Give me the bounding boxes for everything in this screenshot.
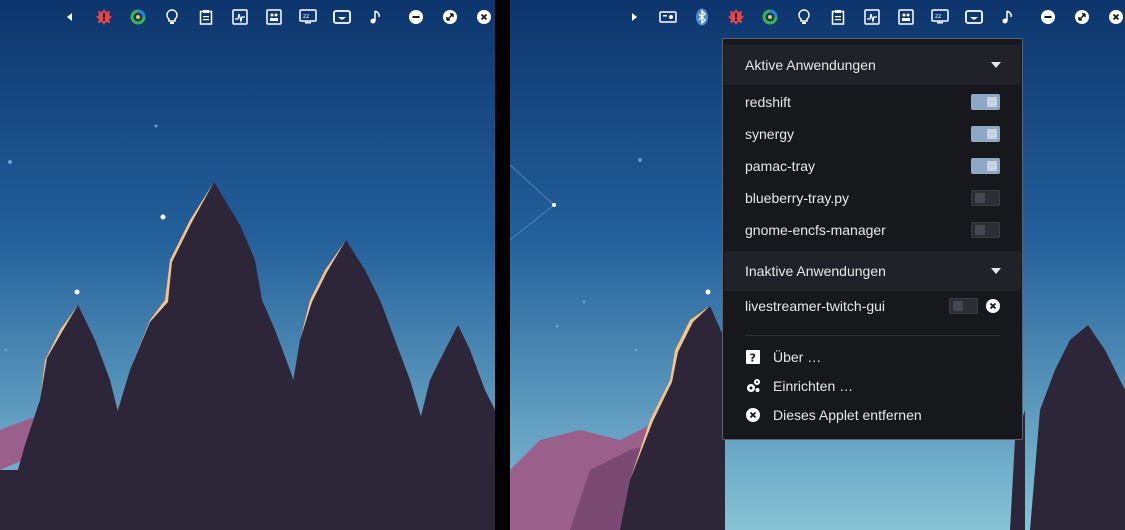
remove-app-icon[interactable] (986, 299, 1000, 313)
colorful-refresh-icon[interactable] (126, 5, 150, 29)
app-toggle-redshift[interactable] (971, 94, 1000, 110)
close-icon[interactable] (1104, 5, 1125, 29)
right-top-panel: zz (622, 5, 1125, 29)
app-toggle-livestreamer-twitch-gui[interactable] (949, 298, 978, 314)
sleep-display-icon[interactable]: zz (928, 5, 952, 29)
screenshot-divider (495, 0, 510, 530)
system-monitor-icon[interactable] (228, 5, 252, 29)
left-top-panel: zz (58, 5, 495, 29)
app-name: synergy (745, 126, 795, 142)
app-row-pamac-tray[interactable]: pamac-tray (745, 150, 1000, 182)
cpu-chip-icon[interactable] (262, 5, 286, 29)
app-name: redshift (745, 94, 791, 110)
bug-alert-icon[interactable] (724, 5, 748, 29)
music-note-icon[interactable] (364, 5, 388, 29)
app-row-blueberry-tray[interactable]: blueberry-tray.py (745, 182, 1000, 214)
svg-text:?: ? (750, 352, 756, 365)
about-label: Über … (773, 349, 822, 365)
active-apps-section-header[interactable]: Aktive Anwendungen (724, 45, 1021, 85)
svg-text:zz: zz (935, 13, 941, 20)
chevron-down-icon (991, 62, 1001, 68)
remove-applet-menu-item[interactable]: Dieses Applet entfernen (745, 403, 922, 427)
arrow-left-icon[interactable] (58, 5, 82, 29)
close-icon[interactable] (472, 5, 495, 29)
cpu-chip-icon[interactable] (894, 5, 918, 29)
configure-label: Einrichten … (773, 378, 854, 394)
menu-separator (745, 335, 1000, 336)
app-name: livestreamer-twitch-gui (745, 298, 886, 314)
left-desktop-screenshot: zz (0, 0, 495, 530)
wallpaper (0, 0, 495, 530)
app-toggle-blueberry-tray[interactable] (971, 190, 1000, 206)
svg-text:zz: zz (303, 13, 309, 20)
configure-menu-item[interactable]: Einrichten … (745, 374, 853, 398)
active-apps-header-label: Aktive Anwendungen (745, 57, 876, 73)
app-row-redshift[interactable]: redshift (745, 86, 1000, 118)
app-toggle-pamac-tray[interactable] (971, 158, 1000, 174)
app-row-synergy[interactable]: synergy (745, 118, 1000, 150)
system-monitor-icon[interactable] (860, 5, 884, 29)
gears-icon (745, 378, 761, 394)
app-name: gnome-encfs-manager (745, 222, 886, 238)
inactive-apps-section-header[interactable]: Inaktive Anwendungen (724, 251, 1021, 291)
lightbulb-icon[interactable] (160, 5, 184, 29)
colorful-refresh-icon[interactable] (758, 5, 782, 29)
music-note-icon[interactable] (996, 5, 1020, 29)
resize-icon[interactable] (1070, 5, 1094, 29)
arrow-right-icon[interactable] (622, 5, 646, 29)
drive-icon[interactable] (656, 5, 680, 29)
app-toggle-gnome-encfs-manager[interactable] (971, 222, 1000, 238)
clipboard-icon[interactable] (194, 5, 218, 29)
bug-alert-icon[interactable] (92, 5, 116, 29)
close-circle-icon (745, 407, 761, 423)
app-name: blueberry-tray.py (745, 190, 850, 206)
app-toggle-synergy[interactable] (971, 126, 1000, 142)
app-name: pamac-tray (745, 158, 816, 174)
app-row-gnome-encfs-manager[interactable]: gnome-encfs-manager (745, 214, 1000, 246)
resize-icon[interactable] (438, 5, 462, 29)
inactive-apps-header-label: Inaktive Anwendungen (745, 263, 886, 279)
network-icon[interactable] (330, 5, 354, 29)
app-row-livestreamer-twitch-gui[interactable]: livestreamer-twitch-gui (745, 290, 1000, 322)
minimize-icon[interactable] (1036, 5, 1060, 29)
remove-applet-label: Dieses Applet entfernen (773, 407, 922, 423)
clipboard-icon[interactable] (826, 5, 850, 29)
minimize-icon[interactable] (404, 5, 428, 29)
right-desktop-screenshot: zz Aktive Anwendungen redshift synergy p… (510, 0, 1125, 530)
chevron-down-icon (991, 268, 1001, 274)
sleep-display-icon[interactable]: zz (296, 5, 320, 29)
about-menu-item[interactable]: ? Über … (745, 345, 821, 369)
help-icon: ? (745, 349, 761, 365)
network-icon[interactable] (962, 5, 986, 29)
lightbulb-icon[interactable] (792, 5, 816, 29)
tray-applet-menu: Aktive Anwendungen redshift synergy pama… (722, 38, 1023, 440)
bluetooth-icon[interactable] (690, 5, 714, 29)
